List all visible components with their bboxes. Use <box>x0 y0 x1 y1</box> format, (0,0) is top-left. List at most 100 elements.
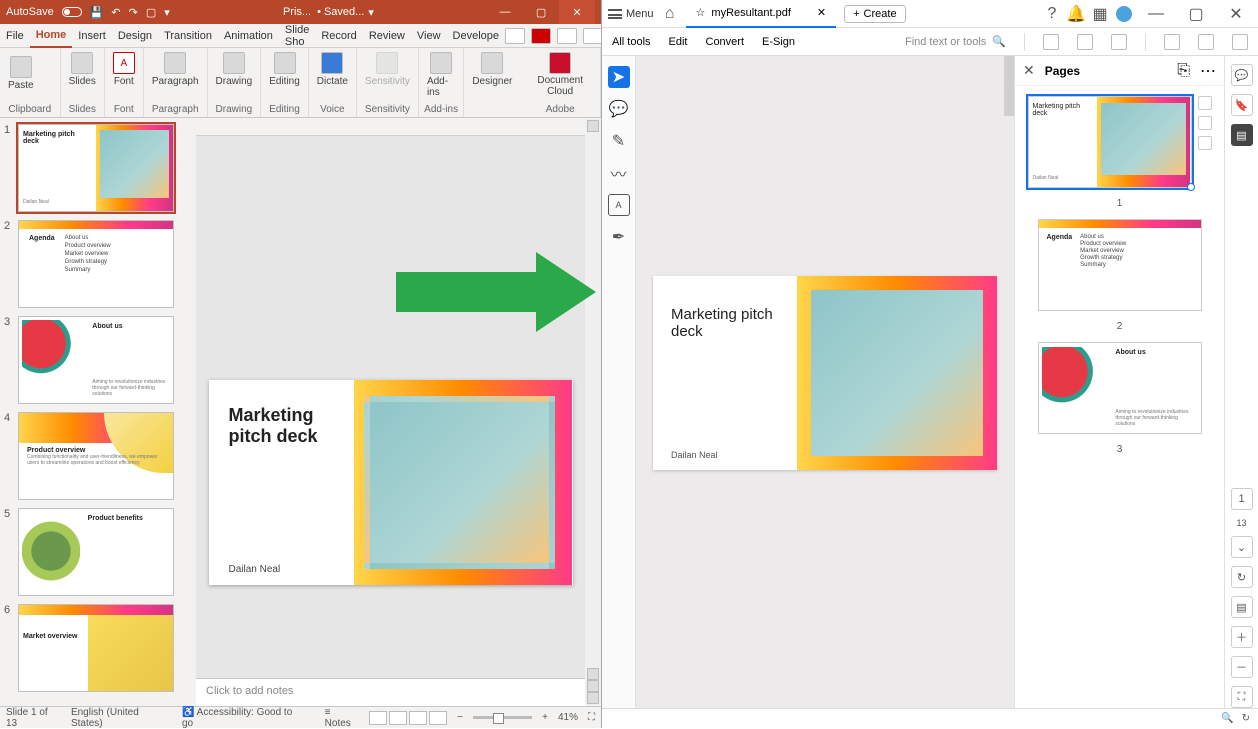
language[interactable]: English (United States) <box>71 707 172 729</box>
next-slide-icon[interactable] <box>587 692 599 704</box>
tab-animations[interactable]: Animation <box>218 24 279 48</box>
slideshow-view-icon[interactable] <box>429 711 447 725</box>
title-dropdown-icon[interactable]: ▾ <box>368 6 374 19</box>
minimize-button[interactable]: — <box>487 0 523 24</box>
sorter-view-icon[interactable] <box>389 711 407 725</box>
status-zoom-icon[interactable]: 🔍 <box>1221 713 1233 724</box>
notes-toggle[interactable]: ≡ Notes <box>325 707 359 729</box>
scrollbar[interactable] <box>1004 56 1014 116</box>
scroll-down-icon[interactable]: ⌄ <box>1231 536 1253 558</box>
copy-icon[interactable] <box>1198 116 1212 130</box>
slide-title[interactable]: Marketing pitch deck <box>229 405 343 447</box>
all-tools-button[interactable]: All tools <box>612 36 651 48</box>
status-sync-icon[interactable]: ↻ <box>1242 713 1250 724</box>
slide-count[interactable]: Slide 1 of 13 <box>6 707 61 729</box>
format-painter-icon[interactable] <box>42 82 56 96</box>
cloud-icon[interactable] <box>1077 34 1093 50</box>
designer-button[interactable]: Designer <box>468 50 516 89</box>
tab-review[interactable]: Review <box>363 24 411 48</box>
pdf-page-1[interactable]: Marketing pitch deck Dailan Neal <box>653 276 997 470</box>
document-cloud-button[interactable]: Document Cloud <box>524 50 596 99</box>
tab-file[interactable]: File <box>0 24 30 48</box>
tab-insert[interactable]: Insert <box>72 24 112 48</box>
apps-icon[interactable]: ▦ <box>1092 6 1108 22</box>
select-tool-icon[interactable]: ➤ <box>608 66 630 88</box>
rotate-icon[interactable] <box>1198 96 1212 110</box>
cut-icon[interactable] <box>42 50 56 64</box>
star-icon[interactable]: ☆ <box>696 6 706 19</box>
fit-icon[interactable]: ⛶ <box>588 712 595 723</box>
create-button[interactable]: +Create <box>844 5 905 23</box>
editing-button[interactable]: Editing <box>265 50 304 89</box>
drawing-button[interactable]: Drawing <box>212 50 257 89</box>
profile-icon[interactable] <box>1116 6 1132 22</box>
tab-view[interactable]: View <box>411 24 447 48</box>
vertical-scrollbar[interactable] <box>585 118 601 706</box>
tab-close-icon[interactable]: ✕ <box>817 6 826 19</box>
share-icon[interactable] <box>1164 34 1180 50</box>
zoom-out-icon[interactable]: − <box>457 712 463 723</box>
accessibility-status[interactable]: ♿ Accessibility: Good to go <box>182 707 305 729</box>
resize-handle-icon[interactable] <box>1187 183 1195 191</box>
save-icon[interactable]: 💾 <box>90 6 104 19</box>
esign-button[interactable]: E-Sign <box>762 36 795 48</box>
close-panel-icon[interactable]: ✕ <box>1023 62 1035 79</box>
rotate-view-icon[interactable]: ↻ <box>1231 566 1253 588</box>
slide-1[interactable]: Marketing pitch deck Dailan Neal <box>209 380 573 585</box>
notes-pane[interactable]: Click to add notes <box>196 678 585 706</box>
prev-slide-icon[interactable] <box>587 680 599 692</box>
thumb-4[interactable]: Product overview Combining functionality… <box>18 412 174 500</box>
link-icon[interactable] <box>1198 34 1214 50</box>
tab-design[interactable]: Design <box>112 24 158 48</box>
maximize-button[interactable]: ▢ <box>1180 0 1212 28</box>
close-button[interactable]: ✕ <box>1220 0 1252 28</box>
fullscreen-icon[interactable]: ⛶ <box>1231 686 1253 708</box>
tab-record[interactable]: Record <box>315 24 362 48</box>
zoom-slider[interactable] <box>473 716 532 719</box>
present-icon[interactable]: ▢ <box>146 6 156 19</box>
page-thumb-1[interactable]: Marketing pitch deckDailan Neal <box>1028 96 1192 188</box>
dictate-button[interactable]: Dictate <box>313 50 352 89</box>
find-input[interactable]: Find text or tools 🔍 <box>905 35 1006 48</box>
comment-tool-icon[interactable]: 💬 <box>608 98 630 120</box>
tab-transitions[interactable]: Transition <box>158 24 218 48</box>
menu-button[interactable]: Menu <box>608 8 654 20</box>
tab-home[interactable]: Home <box>30 24 73 48</box>
email-icon[interactable] <box>1232 34 1248 50</box>
thumb-3[interactable]: About usAiming to revolutionize industri… <box>18 316 174 404</box>
more-icon[interactable]: ⋯ <box>1200 61 1216 81</box>
font-button[interactable]: AFont <box>109 50 139 89</box>
thumb-2[interactable]: Agenda About us Product overview Market … <box>18 220 174 308</box>
tab-developer[interactable]: Develope <box>447 24 505 48</box>
share-icon[interactable] <box>557 28 577 44</box>
normal-view-icon[interactable] <box>369 711 387 725</box>
draw-tool-icon[interactable]: 〰 <box>608 162 630 184</box>
thumb-5[interactable]: Product benefits <box>18 508 174 596</box>
convert-button[interactable]: Convert <box>706 36 745 48</box>
page-display-icon[interactable]: ▤ <box>1231 596 1253 618</box>
thumb-1[interactable]: Marketing pitch deckDailan Neal <box>18 124 174 212</box>
print-icon[interactable] <box>1111 34 1127 50</box>
autosave-toggle[interactable] <box>62 7 82 17</box>
redo-icon[interactable]: ↷ <box>129 6 138 19</box>
close-button[interactable]: ✕ <box>559 0 595 24</box>
paragraph-button[interactable]: Paragraph <box>148 50 203 89</box>
edit-button[interactable]: Edit <box>669 36 688 48</box>
undo-icon[interactable]: ↶ <box>111 6 120 19</box>
textbox-tool-icon[interactable]: A <box>608 194 630 216</box>
zoom-out-icon[interactable]: － <box>1231 656 1253 678</box>
help-icon[interactable]: ? <box>1044 6 1060 22</box>
sign-tool-icon[interactable]: ✒ <box>608 226 630 248</box>
comments-panel-icon[interactable]: 💬 <box>1231 64 1253 86</box>
reading-view-icon[interactable] <box>409 711 427 725</box>
bookmarks-panel-icon[interactable]: 🔖 <box>1231 94 1253 116</box>
zoom-in-icon[interactable]: + <box>542 712 548 723</box>
maximize-button[interactable]: ▢ <box>523 0 559 24</box>
slides-button[interactable]: Slides <box>65 50 100 89</box>
scroll-up-icon[interactable] <box>587 120 599 132</box>
addins-button[interactable]: Add-ins <box>423 50 459 100</box>
page-indicator[interactable]: 1 <box>1231 488 1253 510</box>
page-thumb-3[interactable]: About usAiming to revolutionize industri… <box>1038 342 1202 434</box>
bell-icon[interactable]: 🔔 <box>1068 6 1084 22</box>
record-icon[interactable] <box>531 28 551 44</box>
